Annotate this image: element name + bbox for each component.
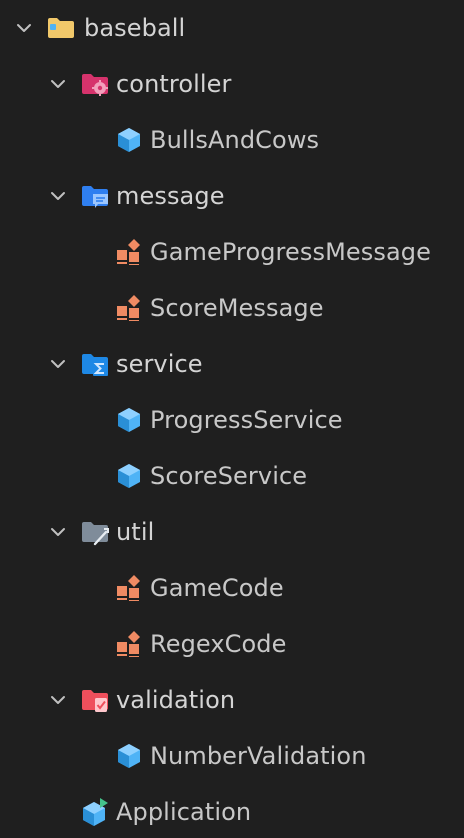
tree-label-validation: validation (116, 686, 236, 714)
chevron-down-icon[interactable] (14, 18, 34, 38)
folder-tools-icon (82, 522, 109, 546)
enum-icon (117, 575, 140, 601)
tree-label-util: util (116, 518, 155, 546)
tree-label-controller: controller (116, 70, 232, 98)
tree-label-baseball: baseball (84, 14, 186, 42)
tree-row-util[interactable]: util (0, 504, 464, 560)
tree-row-application[interactable]: Application (0, 784, 464, 838)
tree-row-numbervalidation[interactable]: NumberValidation (0, 728, 464, 784)
tree-row-gamecode[interactable]: GameCode (0, 560, 464, 616)
tree-label-service: service (116, 350, 203, 378)
tree-row-message[interactable]: message (0, 168, 464, 224)
tree-row-scoreservice[interactable]: ScoreService (0, 448, 464, 504)
tree-label-scoreservice: ScoreService (150, 462, 308, 490)
tree-label-bullsandcows: BullsAndCows (150, 126, 320, 154)
folder-gear-icon (82, 74, 108, 96)
class-cube-icon (118, 408, 140, 432)
tree-row-bullsandcows[interactable]: BullsAndCows (0, 112, 464, 168)
application-cube-icon (83, 798, 108, 826)
class-cube-icon (118, 128, 140, 152)
chevron-down-icon[interactable] (48, 74, 68, 94)
tree-row-baseball[interactable]: baseball (0, 0, 464, 56)
enum-icon (117, 239, 140, 265)
tree-row-scoremessage[interactable]: ScoreMessage (0, 280, 464, 336)
project-file-tree: baseball controller BullsAndCows message… (0, 0, 464, 838)
chevron-down-icon[interactable] (48, 522, 68, 542)
tree-row-controller[interactable]: controller (0, 56, 464, 112)
folder-message-icon (82, 186, 108, 208)
enum-icon (117, 631, 140, 657)
tree-label-gameprogressmessage: GameProgressMessage (150, 238, 431, 266)
chevron-down-icon[interactable] (48, 186, 68, 206)
tree-label-scoremessage: ScoreMessage (150, 294, 324, 322)
class-cube-icon (118, 744, 140, 768)
enum-icon (117, 295, 140, 321)
folder-sigma-icon (82, 354, 108, 376)
tree-label-progressservice: ProgressService (150, 406, 343, 434)
tree-row-gameprogressmessage[interactable]: GameProgressMessage (0, 224, 464, 280)
folder-icon (48, 18, 74, 38)
tree-label-regexcode: RegexCode (150, 630, 287, 658)
tree-label-application: Application (116, 798, 252, 826)
tree-row-regexcode[interactable]: RegexCode (0, 616, 464, 672)
chevron-down-icon[interactable] (48, 690, 68, 710)
chevron-down-icon[interactable] (48, 354, 68, 374)
tree-row-progressservice[interactable]: ProgressService (0, 392, 464, 448)
tree-row-service[interactable]: service (0, 336, 464, 392)
tree-label-gamecode: GameCode (150, 574, 284, 602)
tree-row-validation[interactable]: validation (0, 672, 464, 728)
folder-check-icon (82, 690, 108, 712)
class-cube-icon (118, 464, 140, 488)
tree-label-numbervalidation: NumberValidation (150, 742, 367, 770)
tree-label-message: message (116, 182, 225, 210)
